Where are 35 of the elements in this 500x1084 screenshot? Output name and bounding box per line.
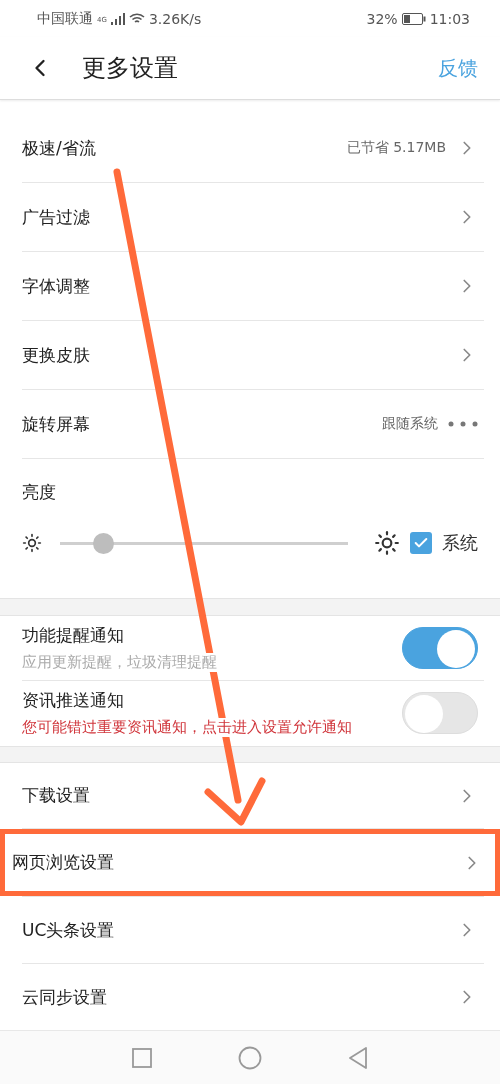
network-speed: 3.26K/s bbox=[148, 10, 202, 27]
carrier-name: 中国联通 bbox=[37, 9, 93, 28]
recents-icon[interactable] bbox=[132, 1047, 152, 1068]
brightness-label: 亮度 bbox=[22, 482, 56, 503]
notification-toggle[interactable] bbox=[402, 627, 478, 670]
system-label: 系统 bbox=[442, 531, 478, 556]
setting-label[interactable]: 网页浏览设置 bbox=[12, 851, 461, 875]
notification-note: 您可能错过重要资讯通知，点击进入设置允许通知 bbox=[22, 718, 352, 738]
slider-thumb[interactable] bbox=[93, 532, 115, 554]
notification-title: 资讯推送通知 bbox=[22, 689, 125, 713]
signal-icon bbox=[110, 12, 125, 25]
setting-label[interactable]: 旋转屏幕 bbox=[22, 412, 382, 436]
setting-value: 已节省 5.17MB bbox=[346, 139, 446, 158]
clock-time: 11:03 bbox=[429, 10, 470, 27]
page-title: 更多设置 bbox=[82, 53, 179, 85]
home-icon[interactable] bbox=[238, 1045, 262, 1070]
notification-title: 功能提醒通知 bbox=[22, 624, 125, 648]
setting-label[interactable]: 下载设置 bbox=[22, 784, 456, 808]
system-checkbox[interactable] bbox=[410, 532, 432, 555]
setting-label[interactable]: UC头条设置 bbox=[22, 918, 456, 942]
setting-label[interactable]: 极速/省流 bbox=[22, 136, 347, 160]
battery-percent: 32% bbox=[366, 10, 398, 27]
setting-label[interactable]: 更换皮肤 bbox=[22, 343, 456, 367]
setting-label[interactable]: 字体调整 bbox=[22, 274, 456, 298]
more-icon[interactable] bbox=[448, 421, 478, 428]
brightness-slider[interactable] bbox=[60, 532, 348, 554]
notification-note: 应用更新提醒，垃圾清理提醒 bbox=[22, 653, 217, 673]
setting-label[interactable]: 云同步设置 bbox=[22, 985, 456, 1009]
dim-sun-icon bbox=[22, 533, 42, 554]
setting-label[interactable]: 广告过滤 bbox=[22, 205, 456, 229]
bright-sun-icon bbox=[374, 530, 400, 557]
back-nav-icon[interactable] bbox=[348, 1046, 368, 1069]
wifi-icon bbox=[128, 12, 145, 25]
battery-icon bbox=[401, 12, 426, 25]
setting-value: 跟随系统 bbox=[382, 415, 438, 434]
